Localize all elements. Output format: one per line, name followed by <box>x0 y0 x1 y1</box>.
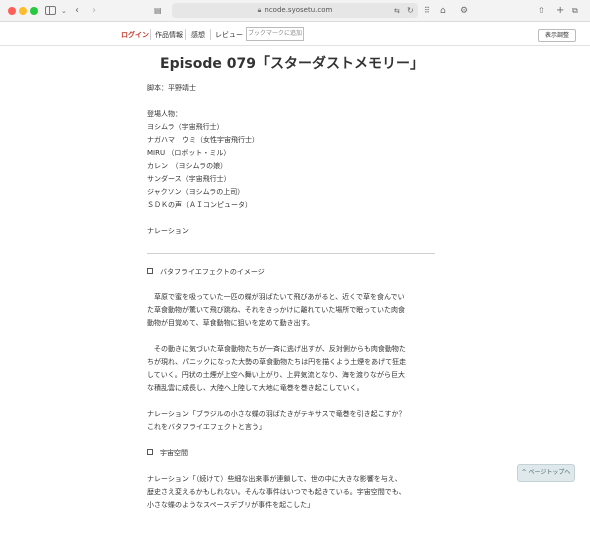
page-top-label: ページトップへ <box>528 469 571 476</box>
square-icon <box>147 449 153 455</box>
nav-divider <box>185 29 186 40</box>
minimize-window-button[interactable] <box>19 7 27 15</box>
narration-block: ナレーション「ブラジルの小さな蝶の羽ばたきがテキサスで竜巻を引き起こすか？ これ… <box>147 408 437 434</box>
grid-icon[interactable]: ⠿ <box>424 4 430 18</box>
cast-heading: 登場人物： <box>147 110 182 118</box>
episode-body: Episode 079「スターダストメモリー」 脚本：平野靖士 登場人物： ヨシ… <box>147 46 437 512</box>
caret-up-icon: ^ <box>521 469 527 476</box>
section-heading: 宇宙空間 <box>147 447 437 460</box>
cast-item: ジャクソン（ヨシムラの上司） <box>147 188 245 196</box>
back-icon[interactable]: ‹ <box>75 4 79 18</box>
paragraph-line: な積乱雲に成長し、大陸へ上陸して大地に竜巻を巻き起こしていく。 <box>147 384 364 392</box>
cast-item: ＳＤＫの声（ＡＩコンピュータ） <box>147 201 252 209</box>
address-bar[interactable]: 🔒︎ ncode.syosetu.com <box>172 3 418 18</box>
divider <box>147 253 435 254</box>
translate-icon[interactable]: ⇆ <box>394 4 400 18</box>
narration-block: ナレーション「（続けて）些細な出来事が連鎖して、世の中に大きな影響を与え、 歴史… <box>147 473 437 512</box>
chevron-down-icon[interactable]: ⌄ <box>61 4 67 18</box>
episode-title: Episode 079「スターダストメモリー」 <box>160 56 424 72</box>
reload-icon[interactable]: ↻ <box>407 4 414 18</box>
paragraph-line: していく。円状の土煙が上空へ舞い上がり、上昇気流となり、海を渡りながら巨大 <box>147 371 406 379</box>
paragraph-line: 小さな蝶のようなスペースデブリが事件を起こした」 <box>147 501 315 509</box>
writer-credit: 脚本：平野靖士 <box>147 84 196 92</box>
review-link[interactable]: レビュー <box>215 30 243 40</box>
maximize-window-button[interactable] <box>30 7 38 15</box>
browser-toolbar: ⌄ ‹ › ▤ 🔒︎ ncode.syosetu.com ⇆ ↻ ⠿ ⌂ ⚙ ⇧ … <box>0 0 590 22</box>
paragraph-line: 動物が目覚めて、草食動物に狙いを定めて動き出す。 <box>147 319 314 327</box>
bookmark-button[interactable]: ブックマークに追加 <box>246 27 304 41</box>
work-info-link[interactable]: 作品情報 <box>155 30 183 40</box>
cast-item: MIRU （ロボット・ミル） <box>147 149 231 157</box>
cast-list: ヨシムラ（宇宙飛行士） ナガハマ ウミ（女性宇宙飛行士） MIRU （ロボット・… <box>147 121 437 212</box>
paragraph-line: これをバタフライエフェクトと言う」 <box>147 423 266 431</box>
page-icon: ▤ <box>154 6 162 15</box>
lock-icon: 🔒︎ <box>257 6 262 14</box>
paragraph-line: 草原で蜜を吸っていた一匹の蝶が羽ばたいて飛びあがると、近くで草を食んでい <box>147 293 405 301</box>
paragraph-line: ちが現れ、パニックになった大勢の草食動物たちは円を描くよう土煙をあげて狂走 <box>147 358 407 366</box>
paragraph-line: た草食動物が驚いて飛び跳ね、それをきっかけに離れていた場所で眠っていた肉食 <box>147 306 405 314</box>
page-top-button[interactable]: ^ ページトップへ <box>517 464 575 482</box>
section-heading: バタフライエフェクトのイメージ <box>147 266 437 279</box>
paragraph-line: その動きに気づいた草食動物たちが一斉に逃げ出すが、反対側からも肉食動物た <box>147 345 406 353</box>
display-settings-button[interactable]: 表示調整 <box>538 29 576 42</box>
cast-item: ヨシムラ（宇宙飛行士） <box>147 123 224 131</box>
paragraph-line: ナレーション「（続けて）些細な出来事が連鎖して、世の中に大きな影響を与え、 <box>147 475 402 483</box>
login-link[interactable]: ログイン <box>121 30 149 40</box>
cast-item: ナガハマ ウミ（女性宇宙飛行士） <box>147 136 259 144</box>
close-window-button[interactable] <box>8 7 16 15</box>
cast-item: カレン （ヨシムラの娘） <box>147 162 228 170</box>
nav-divider <box>210 29 211 40</box>
narration-label: ナレーション <box>147 227 189 235</box>
paragraph-line: 歴史さえ変えるかもしれない。そんな事件はいつでも起きている。宇宙空間でも、 <box>147 488 406 496</box>
paragraph: その動きに気づいた草食動物たちが一斉に逃げ出すが、反対側からも肉食動物た ちが現… <box>147 343 437 395</box>
new-tab-icon[interactable]: + <box>556 4 564 18</box>
nav-divider <box>150 29 151 40</box>
square-icon <box>147 268 153 274</box>
sidebar-icon[interactable] <box>45 6 56 15</box>
url-text: ncode.syosetu.com <box>264 6 333 14</box>
forward-icon[interactable]: › <box>92 4 96 18</box>
comments-link[interactable]: 感想 <box>191 30 205 40</box>
home-icon[interactable]: ⌂ <box>440 4 446 18</box>
share-icon[interactable]: ⇧ <box>538 4 545 18</box>
site-nav: ログイン 作品情報 感想 レビュー ブックマークに追加 表示調整 <box>0 22 590 46</box>
paragraph: 草原で蜜を吸っていた一匹の蝶が羽ばたいて飛びあがると、近くで草を食んでい た草食… <box>147 291 437 330</box>
tabs-overview-icon[interactable]: ⧉ <box>572 4 578 18</box>
cast-item: サンダース（宇宙飛行士） <box>147 175 231 183</box>
paragraph-line: ナレーション「ブラジルの小さな蝶の羽ばたきがテキサスで竜巻を引き起こすか？ <box>147 410 406 418</box>
extension-icon[interactable]: ⚙ <box>460 4 468 18</box>
